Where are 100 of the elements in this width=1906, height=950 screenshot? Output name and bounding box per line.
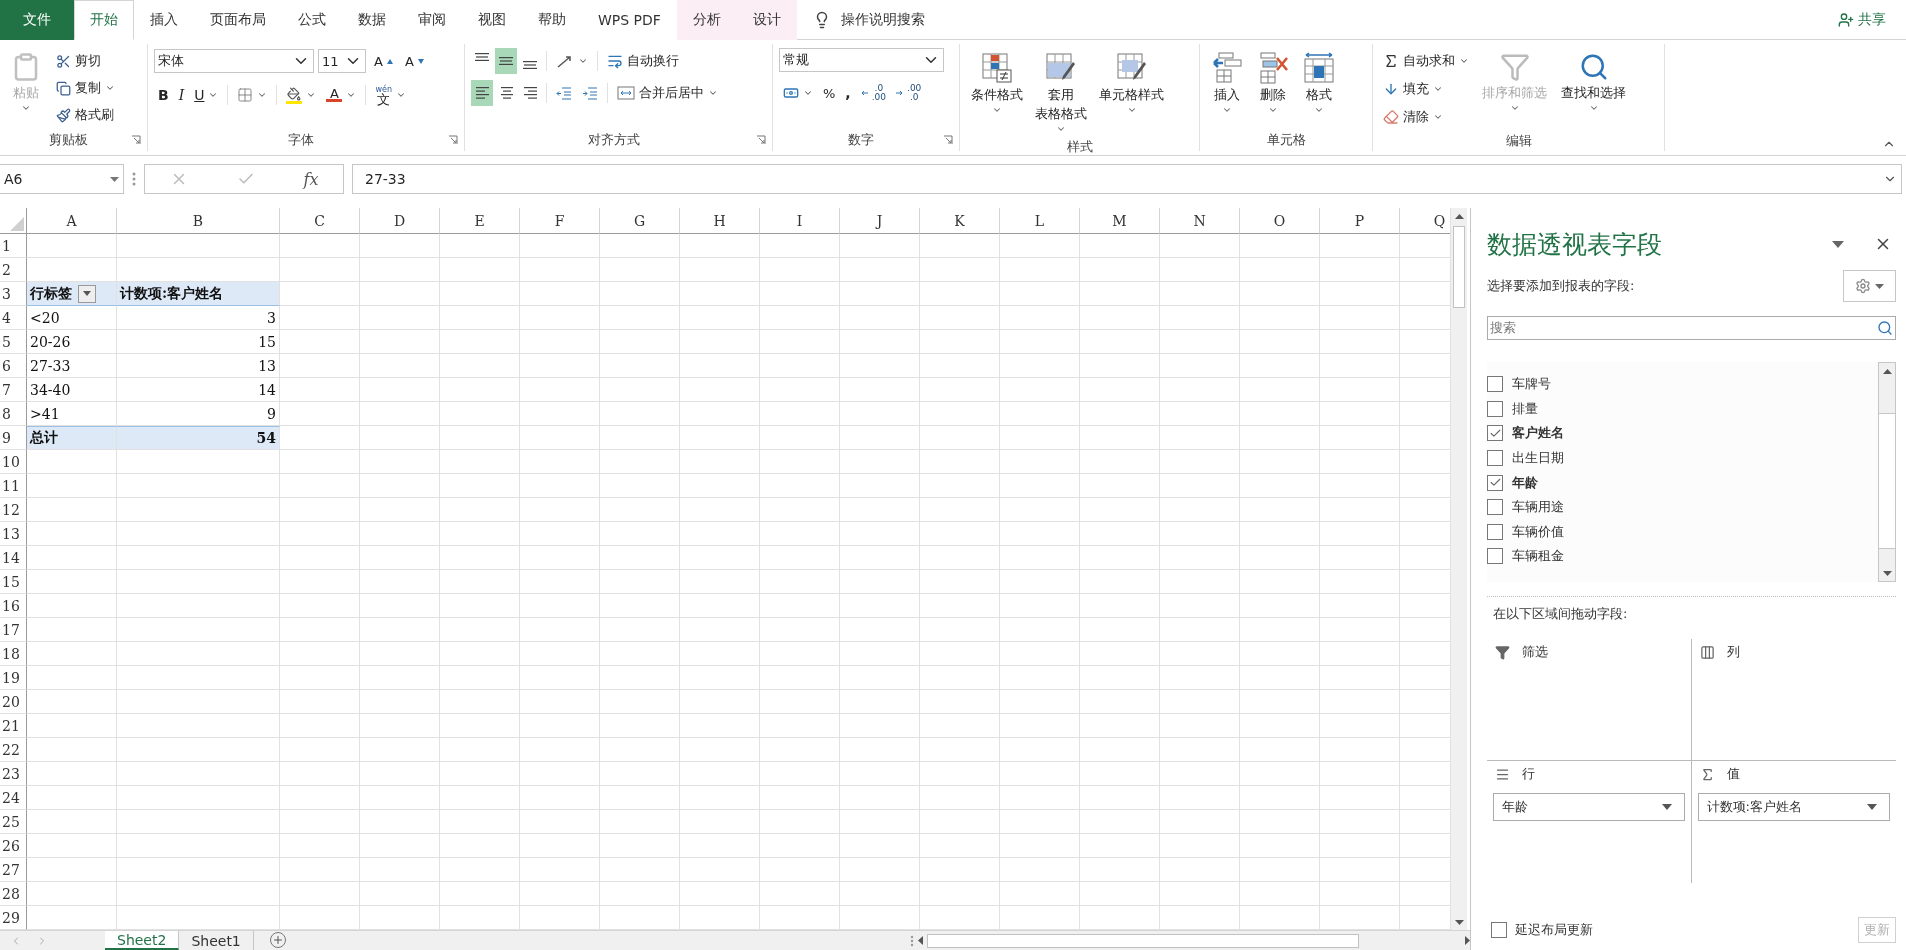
ribbon-tab[interactable]: 设计 [736, 0, 797, 40]
row-number[interactable]: 11 [0, 474, 27, 498]
scrollbar-thumb[interactable] [1879, 413, 1895, 549]
find-button[interactable]: 查找和选择 [1556, 48, 1631, 130]
format-button[interactable]: 格式 [1298, 48, 1340, 129]
merge-center-button[interactable]: 合并后居中 [613, 80, 722, 106]
field-label[interactable]: 车辆价值 [1512, 522, 1564, 541]
row-number[interactable]: 28 [0, 882, 27, 906]
cell-style-button[interactable]: 单元格样式 [1094, 48, 1169, 138]
field-label[interactable]: 车辆租金 [1512, 547, 1564, 566]
font-name-select[interactable]: 宋体 [154, 49, 314, 73]
underline-button[interactable]: U [190, 82, 223, 108]
font-color-button[interactable]: A [322, 82, 361, 108]
sheet-tab[interactable]: Sheet2 [105, 931, 180, 950]
row-number[interactable]: 18 [0, 642, 27, 666]
number-format-select[interactable]: 常规 [779, 48, 944, 72]
bold-button[interactable]: B [154, 82, 173, 108]
scrollbar-thumb[interactable] [927, 933, 1359, 948]
row-number[interactable]: 25 [0, 810, 27, 834]
ribbon-tab[interactable]: 文件 [0, 0, 74, 40]
align-middle-button[interactable] [495, 48, 517, 74]
row-number[interactable]: 12 [0, 498, 27, 522]
clear-button[interactable]: 清除 [1379, 104, 1473, 130]
field-label[interactable]: 年龄 [1512, 473, 1538, 492]
filter-dropdown-button[interactable] [78, 284, 96, 303]
row-number[interactable]: 7 [0, 378, 27, 402]
checkbox[interactable] [1487, 499, 1503, 516]
conditional-style-button[interactable]: 条件格式 [966, 48, 1028, 138]
fill-button[interactable]: 填充 [1379, 76, 1473, 102]
checkbox[interactable] [1487, 548, 1503, 565]
panel-instruction: 选择要添加到报表的字段: [1487, 277, 1635, 295]
increase-decimal-button[interactable]: .0 .00 [856, 80, 890, 106]
row-number[interactable]: 26 [0, 834, 27, 858]
row-number[interactable]: 13 [0, 522, 27, 546]
row-number[interactable]: 14 [0, 546, 27, 570]
formula-field[interactable]: 27-33 [352, 164, 1902, 194]
field-label[interactable]: 排量 [1512, 399, 1538, 418]
scrollbar-thumb[interactable] [1453, 226, 1465, 308]
field-dropdown[interactable]: 年龄 [1493, 793, 1685, 821]
row-number[interactable]: 21 [0, 714, 27, 738]
row-number[interactable]: 8 [0, 402, 27, 426]
row-number[interactable]: 6 [0, 354, 27, 378]
name-box[interactable]: A6 [0, 164, 124, 194]
row-number[interactable]: 9 [0, 426, 27, 450]
settings-button[interactable] [1843, 270, 1896, 302]
copy-button[interactable]: 复制 [52, 75, 119, 101]
italic-button[interactable]: I [174, 82, 189, 108]
table-style-button[interactable]: 套用 表格格式 [1030, 48, 1092, 138]
field-dropdown[interactable]: 计数项:客户姓名 [1697, 793, 1890, 821]
field-label[interactable]: 出生日期 [1512, 449, 1564, 468]
row-number[interactable]: 4 [0, 306, 27, 330]
row-number[interactable]: 23 [0, 762, 27, 786]
row-number[interactable]: 17 [0, 618, 27, 642]
ribbon-tab[interactable]: 分析 [676, 0, 737, 40]
row-number[interactable]: 1 [0, 234, 27, 258]
row-number[interactable]: 27 [0, 858, 27, 882]
autosum-button[interactable]: 自动求和 [1379, 48, 1473, 74]
comma-button[interactable]: , [841, 80, 855, 106]
row-number[interactable]: 5 [0, 330, 27, 354]
insert-button[interactable]: 插入 [1206, 48, 1248, 129]
tell-me-search[interactable]: 操作说明搜索 [840, 10, 925, 29]
row-number[interactable]: 10 [0, 450, 27, 474]
checkbox[interactable] [1487, 400, 1503, 417]
row-number[interactable]: 2 [0, 258, 27, 282]
grow-font-button[interactable]: A [370, 48, 397, 74]
checkbox[interactable] [1487, 450, 1503, 467]
field-label[interactable]: 车牌号 [1512, 375, 1551, 394]
row-number[interactable]: 24 [0, 786, 27, 810]
row-number[interactable]: 29 [0, 906, 27, 930]
row-number[interactable]: 22 [0, 738, 27, 762]
checkbox[interactable] [1487, 523, 1503, 540]
field-label[interactable]: 车辆用途 [1512, 498, 1564, 517]
dialog-launcher-icon[interactable] [943, 135, 953, 145]
row-number[interactable]: 16 [0, 594, 27, 618]
checkbox[interactable] [1487, 425, 1503, 442]
row-number[interactable]: 20 [0, 690, 27, 714]
delete-button[interactable]: 删除 [1252, 48, 1294, 129]
row-number[interactable]: 3 [0, 282, 27, 306]
decrease-decimal-button[interactable]: .00 .0 [892, 80, 926, 106]
font-size-select[interactable]: 11 [318, 49, 366, 73]
shrink-font-button[interactable]: A [400, 48, 428, 74]
checkbox[interactable] [1491, 922, 1507, 938]
search-field[interactable]: 搜索 [1487, 316, 1896, 340]
field-label[interactable]: 客户姓名 [1512, 424, 1564, 443]
align-left-button[interactable] [471, 80, 493, 106]
row-number[interactable]: 15 [0, 570, 27, 594]
dialog-launcher-icon[interactable] [756, 135, 766, 145]
checkbox[interactable] [1487, 474, 1503, 491]
row-number[interactable]: 19 [0, 666, 27, 690]
painter-button[interactable]: 格式刷 [52, 102, 119, 128]
phonetic-button[interactable]: wén 文 [371, 82, 410, 108]
insert-function-button[interactable]: fx [303, 169, 319, 189]
ribbon-tab[interactable]: 开始 [74, 0, 134, 40]
percent-button[interactable]: % [819, 80, 840, 106]
dialog-launcher-icon[interactable] [448, 135, 458, 145]
cut-button[interactable]: 剪切 [52, 48, 119, 74]
dialog-launcher-icon[interactable] [131, 135, 141, 145]
wrap-text-button[interactable]: 自动换行 [603, 48, 683, 74]
checkbox[interactable] [1487, 376, 1503, 393]
share-button[interactable]: 共享 [1832, 0, 1892, 39]
